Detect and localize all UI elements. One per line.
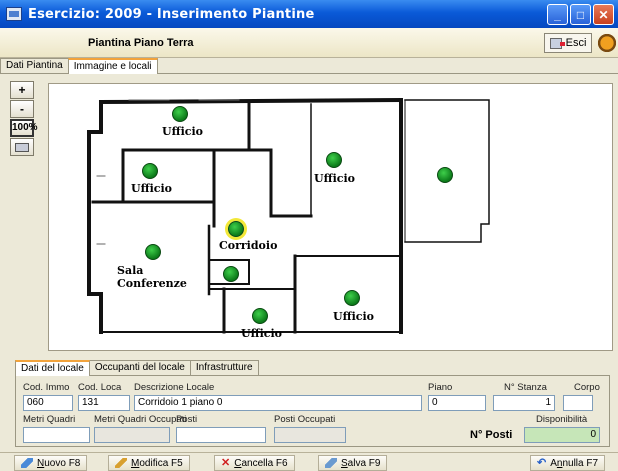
save-icon	[325, 458, 337, 468]
room-label: Ufficio	[162, 125, 204, 138]
n-posti-label: N° Posti	[470, 429, 513, 441]
undo-icon: ↶	[537, 457, 547, 469]
n-stanza-field[interactable]: 1	[493, 395, 555, 411]
room-marker-selected[interactable]	[228, 221, 244, 237]
tab-infrastrutture[interactable]: Infrastrutture	[189, 360, 259, 375]
floor-plan-drawing	[87, 97, 490, 334]
zoom-in-button[interactable]: +	[10, 81, 34, 99]
minimize-button[interactable]: _	[547, 4, 568, 25]
page-title: Piantina Piano Terra	[88, 37, 194, 49]
corpo-field[interactable]	[563, 395, 593, 411]
posti-occupati-field	[274, 427, 346, 443]
room-label: Ufficio	[131, 182, 173, 195]
edit-icon	[115, 458, 127, 468]
piano-field[interactable]: 0	[428, 395, 486, 411]
maximize-button[interactable]: □	[570, 4, 591, 25]
cod-loca-label: Cod. Loca	[78, 382, 122, 393]
room-marker[interactable]	[252, 308, 268, 324]
metri-quadri-field[interactable]	[23, 427, 90, 443]
top-tabs: Dati Piantina Immagine e locali	[0, 58, 158, 74]
title-bar: Esercizio: 2009 - Inserimento Piantine _…	[0, 0, 618, 28]
annulla-button[interactable]: ↶ Annulla F7	[530, 455, 606, 471]
cancella-label: Cancella F6	[234, 457, 288, 469]
room-label: Sala Conferenze	[117, 264, 187, 290]
disponibilita-label: Disponibilità	[536, 414, 588, 425]
corpo-label: Corpo	[574, 382, 600, 393]
metri-occupati-field	[94, 427, 170, 443]
room-details-panel: Cod. Immo 060 Cod. Loca 131 Descrizione …	[15, 375, 610, 447]
room-label: Ufficio	[314, 172, 356, 185]
room-marker[interactable]	[344, 290, 360, 306]
modifica-button[interactable]: Modifica F5	[108, 455, 190, 471]
tab-occupanti[interactable]: Occupanti del locale	[88, 360, 191, 375]
window-title: Esercizio: 2009 - Inserimento Piantine	[28, 6, 315, 22]
cancella-button[interactable]: ✕ Cancella F6	[214, 455, 295, 471]
room-label: Ufficio	[333, 310, 375, 323]
exit-icon	[549, 37, 565, 49]
window	[96, 175, 106, 245]
wall	[247, 148, 313, 218]
cod-loca-field[interactable]: 131	[78, 395, 130, 411]
zoom-level-button[interactable]: 100%	[10, 119, 38, 137]
posti-occupati-label: Posti Occupati	[274, 414, 336, 425]
tab-dati-locale[interactable]: Dati del locale	[15, 360, 90, 376]
room-marker[interactable]	[142, 163, 158, 179]
room-marker[interactable]	[172, 106, 188, 122]
room-marker[interactable]	[223, 266, 239, 282]
descrizione-label: Descrizione Locale	[134, 382, 215, 393]
new-arrow-icon	[21, 458, 33, 468]
posti-field[interactable]	[176, 427, 266, 443]
piano-label: Piano	[428, 382, 453, 393]
printer-icon	[15, 143, 29, 152]
modifica-label: Modifica F5	[131, 457, 183, 469]
tab-dati-piantina[interactable]: Dati Piantina	[0, 58, 69, 73]
salva-label: Salva F9	[341, 457, 381, 469]
close-button[interactable]: ✕	[593, 4, 614, 25]
room-label: Ufficio	[241, 327, 283, 340]
wall	[87, 100, 103, 334]
room-marker[interactable]	[326, 152, 342, 168]
cod-immo-field[interactable]: 060	[23, 395, 73, 411]
floor-plan-canvas[interactable]: Ufficio Ufficio Ufficio Corridoio Sala C…	[48, 83, 613, 351]
tab-immagine-locali[interactable]: Immagine e locali	[67, 58, 158, 74]
annulla-label: Annulla F7	[550, 457, 599, 469]
exit-label: Esci	[565, 37, 587, 49]
app-icon	[6, 7, 22, 21]
metri-occupati-label: Metri Quadri Occupati	[94, 414, 187, 425]
metri-quadri-label: Metri Quadri	[23, 414, 76, 425]
print-plan-button[interactable]	[10, 138, 34, 156]
header-strip: Piantina Piano Terra Esci	[0, 28, 618, 58]
zoom-out-button[interactable]: -	[10, 100, 34, 118]
disponibilita-field: 0	[524, 427, 600, 443]
cod-immo-label: Cod. Immo	[23, 382, 70, 393]
bottom-tabs: Dati del locale Occupanti del locale Inf…	[15, 360, 259, 376]
action-toolbar: Nuovo F8 Modifica F5 ✕ Cancella F6 Salva…	[0, 452, 618, 471]
print-icon[interactable]	[596, 31, 618, 55]
nuovo-label: Nuovo F8	[37, 457, 81, 469]
nuovo-button[interactable]: Nuovo F8	[14, 455, 88, 471]
posti-label: Posti	[176, 414, 198, 425]
exit-button[interactable]: Esci	[544, 33, 592, 53]
salva-button[interactable]: Salva F9	[318, 455, 388, 471]
room-marker[interactable]	[145, 244, 161, 260]
room-marker[interactable]	[437, 167, 453, 183]
n-stanza-label: N° Stanza	[504, 382, 547, 393]
room-label: Corridoio	[219, 239, 278, 252]
delete-icon: ✕	[221, 457, 231, 469]
descrizione-field[interactable]: Corridoio 1 piano 0	[134, 395, 422, 411]
